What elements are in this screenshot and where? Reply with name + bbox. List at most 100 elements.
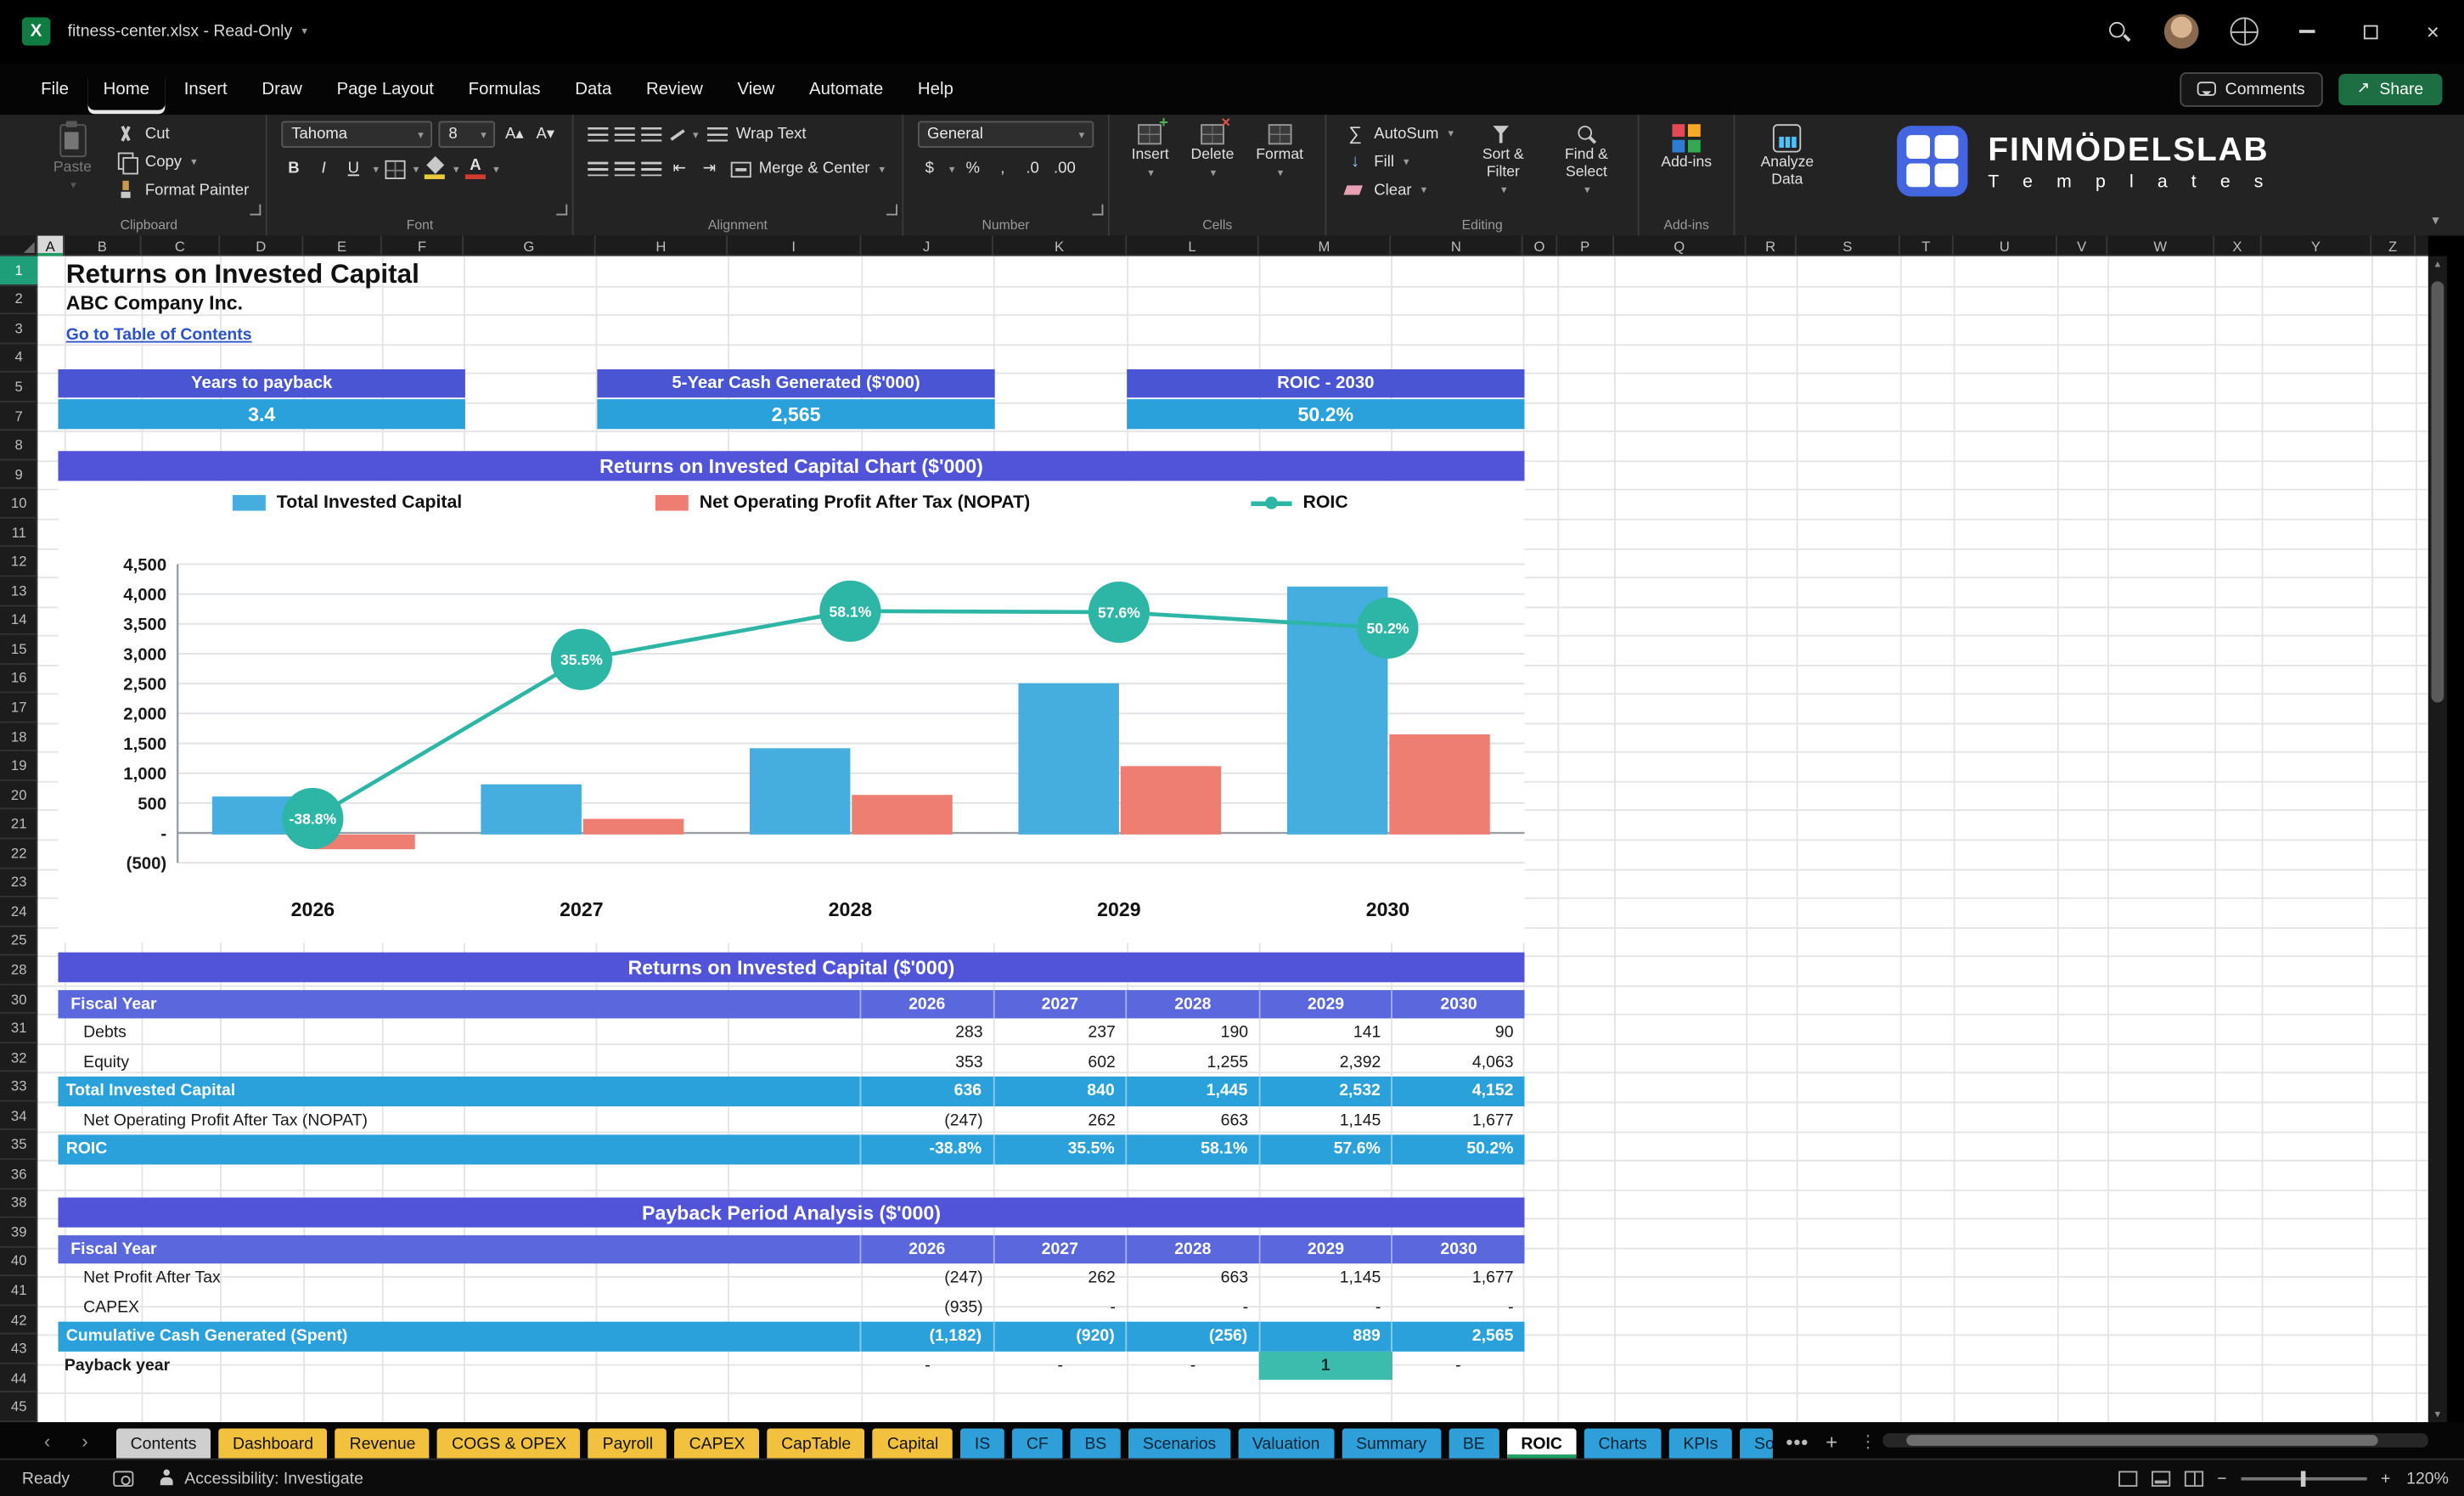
cell[interactable]: -38.8% bbox=[861, 1134, 994, 1164]
year-header[interactable]: 2030 bbox=[1393, 989, 1525, 1018]
select-all-corner[interactable] bbox=[0, 235, 38, 256]
align-left-button[interactable] bbox=[587, 161, 609, 177]
row-header-8[interactable]: 8 bbox=[0, 431, 38, 461]
cell[interactable]: 840 bbox=[994, 1076, 1128, 1106]
legend-item[interactable]: ROIC bbox=[1251, 493, 1348, 512]
column-header-B[interactable]: B bbox=[65, 235, 142, 256]
row-header-25[interactable]: 25 bbox=[0, 926, 38, 956]
row-header-41[interactable]: 41 bbox=[0, 1276, 38, 1306]
cell[interactable]: 4,063 bbox=[1392, 1048, 1524, 1077]
row-header-24[interactable]: 24 bbox=[0, 897, 38, 927]
decrease-decimal-button[interactable]: .00 bbox=[1050, 157, 1078, 181]
horizontal-scrollbar[interactable] bbox=[1882, 1433, 2428, 1448]
sheet-tab-capex[interactable]: CAPEX bbox=[674, 1428, 760, 1459]
fiscal-year-label[interactable]: Fiscal Year bbox=[58, 989, 862, 1019]
cell[interactable]: (256) bbox=[1128, 1321, 1261, 1351]
ribbon-tab-review[interactable]: Review bbox=[631, 69, 719, 110]
paste-button[interactable]: Paste ▾ bbox=[46, 121, 99, 203]
row-header-42[interactable]: 42 bbox=[0, 1306, 38, 1336]
percent-style-button[interactable]: % bbox=[961, 157, 985, 181]
tabs-scroll-right-button[interactable]: › bbox=[66, 1430, 104, 1458]
font-color-button[interactable]: A bbox=[464, 158, 486, 180]
row-header-4[interactable]: 4 bbox=[0, 344, 38, 374]
cell[interactable]: - bbox=[994, 1292, 1127, 1321]
row-header-28[interactable]: 28 bbox=[0, 956, 38, 986]
cell[interactable]: 889 bbox=[1260, 1321, 1393, 1351]
row-label[interactable]: Net Operating Profit After Tax (NOPAT) bbox=[58, 1105, 861, 1134]
new-sheet-button[interactable]: + bbox=[1816, 1430, 1847, 1458]
row-header-19[interactable]: 19 bbox=[0, 751, 38, 781]
document-title[interactable]: fitness-center.xlsx - Read-Only ▾ bbox=[68, 22, 307, 41]
row-header-33[interactable]: 33 bbox=[0, 1072, 38, 1102]
row-label[interactable]: Debts bbox=[58, 1018, 861, 1047]
scroll-down-icon[interactable]: ▾ bbox=[2428, 1408, 2447, 1420]
column-header-Z[interactable]: Z bbox=[2371, 235, 2416, 256]
zoom-out-button[interactable]: − bbox=[2217, 1469, 2226, 1488]
tab-splitter-handle[interactable]: ⋮ bbox=[1859, 1431, 1876, 1452]
page-break-view-button[interactable] bbox=[2184, 1470, 2203, 1487]
row-header-18[interactable]: 18 bbox=[0, 723, 38, 752]
cell[interactable]: 1,145 bbox=[1259, 1105, 1392, 1134]
year-header[interactable]: 2027 bbox=[994, 1234, 1128, 1264]
zoom-level[interactable]: 120% bbox=[2405, 1469, 2449, 1488]
year-header[interactable]: 2029 bbox=[1260, 1234, 1393, 1264]
column-header-E[interactable]: E bbox=[303, 235, 382, 256]
zoom-slider-thumb[interactable] bbox=[2300, 1470, 2306, 1487]
vertical-scrollbar-thumb[interactable] bbox=[2431, 281, 2444, 703]
cell[interactable]: 237 bbox=[994, 1018, 1127, 1047]
column-header-U[interactable]: U bbox=[1954, 235, 2057, 256]
cell[interactable]: 1,677 bbox=[1392, 1263, 1524, 1292]
row-header-9[interactable]: 9 bbox=[0, 460, 38, 490]
vertical-scrollbar[interactable]: ▴ ▾ bbox=[2427, 256, 2448, 1423]
cell[interactable]: 1 bbox=[1259, 1350, 1392, 1381]
collapse-ribbon-button[interactable]: ▾ bbox=[2432, 212, 2439, 229]
column-header-F[interactable]: F bbox=[382, 235, 464, 256]
cell[interactable]: 353 bbox=[861, 1048, 993, 1077]
sheet-tab-payroll[interactable]: Payroll bbox=[588, 1428, 667, 1459]
row-header-39[interactable]: 39 bbox=[0, 1218, 38, 1248]
cell[interactable]: 2,392 bbox=[1259, 1048, 1392, 1077]
sheet-tab-cf[interactable]: CF bbox=[1012, 1428, 1063, 1459]
cut-button[interactable]: Cut bbox=[112, 121, 252, 147]
column-header-T[interactable]: T bbox=[1900, 235, 1954, 256]
column-header-O[interactable]: O bbox=[1523, 235, 1558, 256]
cell[interactable]: (1,182) bbox=[861, 1321, 994, 1351]
delete-cells-button[interactable]: Delete▾ bbox=[1183, 115, 1241, 184]
ribbon-tab-automate[interactable]: Automate bbox=[794, 69, 899, 110]
cell[interactable]: (920) bbox=[994, 1321, 1128, 1351]
row-header-30[interactable]: 30 bbox=[0, 985, 38, 1015]
alignment-dialog-launcher[interactable] bbox=[886, 204, 897, 216]
column-header-D[interactable]: D bbox=[220, 235, 304, 256]
column-header-G[interactable]: G bbox=[464, 235, 596, 256]
cell[interactable]: 636 bbox=[861, 1076, 994, 1106]
year-header[interactable]: 2029 bbox=[1260, 989, 1393, 1019]
ribbon-tab-formulas[interactable]: Formulas bbox=[453, 69, 556, 110]
ribbon-tab-data[interactable]: Data bbox=[560, 69, 627, 110]
accessibility-status[interactable]: Accessibility: Investigate bbox=[160, 1469, 363, 1488]
sheet-tab-is[interactable]: IS bbox=[960, 1428, 1004, 1459]
globe-button[interactable] bbox=[2213, 0, 2276, 63]
column-header-R[interactable]: R bbox=[1746, 235, 1797, 256]
underline-button[interactable]: U bbox=[341, 157, 365, 181]
column-header-A[interactable]: A bbox=[37, 235, 65, 256]
cell[interactable]: 663 bbox=[1127, 1105, 1259, 1134]
accounting-format-button[interactable]: $ bbox=[918, 157, 942, 181]
sheet-tab-scenarios[interactable]: Scenarios bbox=[1128, 1428, 1230, 1459]
normal-view-button[interactable] bbox=[2118, 1470, 2137, 1487]
ribbon-tab-page-layout[interactable]: Page Layout bbox=[321, 69, 449, 110]
column-header-W[interactable]: W bbox=[2107, 235, 2215, 256]
row-label[interactable]: Total Invested Capital bbox=[58, 1076, 862, 1106]
format-cells-button[interactable]: Format ▾ bbox=[1248, 121, 1311, 184]
cell[interactable]: (247) bbox=[861, 1105, 993, 1134]
year-header[interactable]: 2028 bbox=[1128, 1234, 1261, 1264]
row-header-14[interactable]: 14 bbox=[0, 606, 38, 636]
align-top-button[interactable] bbox=[587, 127, 609, 143]
italic-button[interactable]: I bbox=[312, 157, 335, 181]
row-header-36[interactable]: 36 bbox=[0, 1160, 38, 1189]
row-header-10[interactable]: 10 bbox=[0, 489, 38, 519]
row-header-15[interactable]: 15 bbox=[0, 635, 38, 665]
autosum-button[interactable]: ∑ AutoSum ▾ bbox=[1341, 121, 1456, 147]
orientation-button[interactable] bbox=[667, 126, 684, 143]
cell[interactable]: - bbox=[1127, 1351, 1259, 1380]
row-header-16[interactable]: 16 bbox=[0, 664, 38, 694]
